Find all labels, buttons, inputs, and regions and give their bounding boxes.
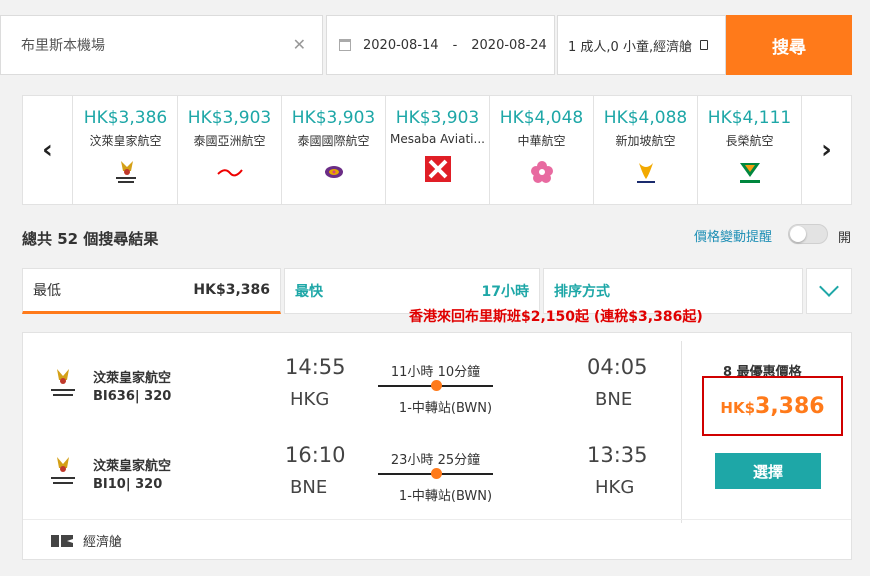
departure-airport: BNE bbox=[290, 477, 328, 498]
airline-card[interactable]: HK$4,111 長榮航空 bbox=[698, 96, 802, 204]
airline-price: HK$4,111 bbox=[707, 108, 792, 128]
result-count: 總共 52 個搜尋結果 bbox=[22, 230, 159, 248]
eva-air-logo-icon bbox=[735, 157, 765, 187]
dropdown-icon bbox=[700, 40, 709, 50]
stop-marker bbox=[431, 468, 442, 479]
passenger-value: 1 成人,0 小童,經濟艙 bbox=[568, 39, 693, 55]
price-column-divider bbox=[681, 341, 682, 523]
cabin-class: 經濟艙 bbox=[49, 531, 122, 550]
airline-name: 泰國國際航空 bbox=[297, 134, 370, 148]
airline-name: Mesaba Aviati... bbox=[390, 132, 485, 146]
thai-airways-logo-icon bbox=[319, 157, 349, 187]
stop-info: 1-中轉站(BWN) bbox=[398, 489, 493, 504]
toggle-knob bbox=[790, 226, 806, 242]
airline-price: HK$4,088 bbox=[603, 108, 688, 128]
singapore-airlines-logo-icon bbox=[631, 157, 661, 187]
chevron-right-icon: › bbox=[821, 135, 832, 165]
stop-marker bbox=[431, 380, 442, 391]
card-divider bbox=[23, 519, 851, 520]
airline-card[interactable]: HK$4,088 新加坡航空 bbox=[594, 96, 698, 204]
origin-value: 布里斯本機場 bbox=[21, 38, 105, 54]
passenger-field[interactable]: 1 成人,0 小童,經濟艙 bbox=[557, 15, 726, 75]
promo-text: 香港來回布里斯班$2,150起 (連稅$3,386起) bbox=[409, 309, 703, 325]
arrival-airport: BNE bbox=[595, 389, 633, 410]
price-highlight: HK$ 3,386 bbox=[702, 376, 843, 436]
origin-field[interactable]: 布里斯本機場 ✕ bbox=[0, 15, 323, 75]
airline-card[interactable]: HK$3,903 泰國亞洲航空 bbox=[178, 96, 282, 204]
tab-fastest-label: 最快 bbox=[295, 284, 323, 300]
airline-carousel: ‹ HK$3,386 汶萊皇家航空 HK$3,903 泰國亞洲航空 HK$3,9… bbox=[22, 95, 852, 205]
chevron-down-icon bbox=[819, 277, 839, 297]
airline-price: HK$3,386 bbox=[83, 108, 168, 128]
arrival-time: 13:35 bbox=[587, 443, 648, 467]
airline-price: HK$3,903 bbox=[395, 108, 480, 128]
airline-name: 汶萊皇家航空 bbox=[93, 459, 172, 474]
thai-airasia-logo-icon bbox=[215, 157, 245, 187]
cabin-label: 經濟艙 bbox=[83, 535, 123, 550]
flight-duration: 11小時 10分鐘 bbox=[390, 365, 481, 380]
airline-price: HK$3,903 bbox=[291, 108, 376, 128]
airline-name: 汶萊皇家航空 bbox=[93, 371, 172, 386]
date-range-field[interactable]: 2020-08-14 - 2020-08-24 bbox=[326, 15, 555, 75]
price-alert-link[interactable]: 價格變動提醒 bbox=[694, 226, 772, 245]
airline-price: HK$3,903 bbox=[187, 108, 272, 128]
airline-name: 汶萊皇家航空 bbox=[89, 134, 162, 148]
mesaba-logo-icon bbox=[423, 154, 453, 184]
airline-card[interactable]: HK$3,903 泰國國際航空 bbox=[282, 96, 386, 204]
carousel-prev-button[interactable]: ‹ bbox=[23, 96, 73, 204]
airline-name: 泰國亞洲航空 bbox=[193, 134, 266, 148]
royal-brunei-logo-icon bbox=[47, 367, 79, 401]
date-separator: - bbox=[452, 37, 458, 53]
tab-sort-label: 排序方式 bbox=[554, 284, 610, 300]
sort-dropdown-button[interactable] bbox=[806, 268, 852, 314]
flight-result-card[interactable]: 汶萊皇家航空 BI636| 320 14:55 HKG 11小時 10分鐘 1-… bbox=[22, 332, 852, 560]
tab-cheapest[interactable]: 最低 HK$3,386 bbox=[22, 268, 281, 314]
departure-time: 16:10 bbox=[285, 443, 346, 467]
tab-fastest-value: 17小時 bbox=[481, 284, 529, 300]
calendar-icon bbox=[339, 39, 351, 51]
carousel-next-button[interactable]: › bbox=[801, 96, 851, 204]
return-leg: 汶萊皇家航空 BI10| 320 16:10 BNE 23小時 25分鐘 1-中… bbox=[23, 443, 683, 523]
flight-number: BI10| 320 bbox=[93, 477, 163, 492]
tab-cheapest-label: 最低 bbox=[33, 283, 61, 299]
arrival-airport: HKG bbox=[595, 477, 635, 498]
price-alert-toggle[interactable] bbox=[788, 224, 828, 244]
tab-cheapest-price: HK$3,386 bbox=[193, 282, 270, 298]
airline-name: 新加坡航空 bbox=[615, 134, 676, 148]
chevron-left-icon: ‹ bbox=[42, 135, 53, 165]
return-date: 2020-08-24 bbox=[471, 37, 547, 53]
flight-number: BI636| 320 bbox=[93, 389, 172, 404]
clear-icon[interactable]: ✕ bbox=[293, 35, 306, 54]
price-amount: 3,386 bbox=[755, 393, 825, 419]
search-bar: 布里斯本機場 ✕ 2020-08-14 - 2020-08-24 1 成人,0 … bbox=[0, 15, 852, 75]
stop-info: 1-中轉站(BWN) bbox=[398, 401, 493, 416]
airline-name: 長榮航空 bbox=[725, 134, 774, 148]
search-button[interactable]: 搜尋 bbox=[726, 15, 852, 75]
royal-brunei-logo-icon bbox=[47, 455, 79, 489]
royal-brunei-logo-icon bbox=[111, 157, 141, 187]
seat-icon bbox=[49, 533, 75, 549]
depart-date: 2020-08-14 bbox=[363, 37, 439, 53]
toggle-label: 開 bbox=[838, 231, 852, 246]
flight-duration: 23小時 25分鐘 bbox=[390, 453, 481, 468]
airline-card[interactable]: HK$4,048 中華航空 bbox=[490, 96, 594, 204]
airline-price: HK$4,048 bbox=[499, 108, 584, 128]
china-airlines-logo-icon bbox=[527, 157, 557, 187]
price-currency: HK$ bbox=[720, 399, 756, 417]
select-button[interactable]: 選擇 bbox=[715, 453, 821, 489]
airline-name: 中華航空 bbox=[517, 134, 566, 148]
outbound-leg: 汶萊皇家航空 BI636| 320 14:55 HKG 11小時 10分鐘 1-… bbox=[23, 355, 683, 435]
departure-time: 14:55 bbox=[285, 355, 346, 379]
airline-card[interactable]: HK$3,386 汶萊皇家航空 bbox=[74, 96, 178, 204]
airline-card[interactable]: HK$3,903 Mesaba Aviati... bbox=[386, 96, 490, 204]
departure-airport: HKG bbox=[290, 389, 330, 410]
arrival-time: 04:05 bbox=[587, 355, 648, 379]
